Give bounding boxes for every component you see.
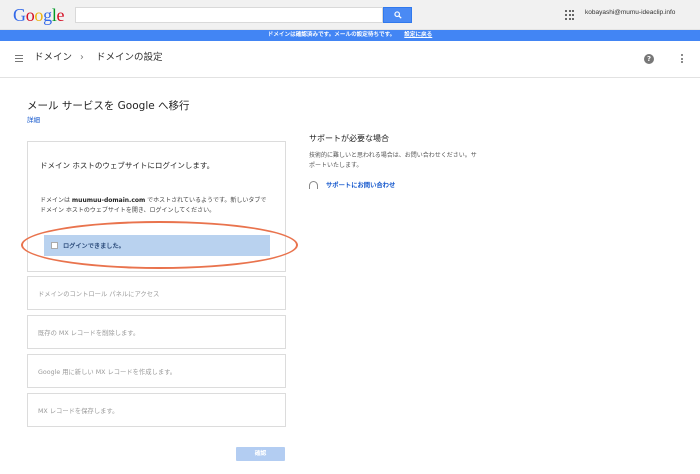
menu-icon[interactable] <box>15 55 23 62</box>
step-delete-mx: 既存の MX レコードを削除します。 <box>27 315 286 349</box>
confirm-button[interactable]: 確認 <box>236 447 285 461</box>
apps-grid-icon[interactable] <box>565 10 575 20</box>
details-link[interactable]: 詳細 <box>27 114 40 124</box>
contact-support-label[interactable]: サポートにお問い合わせ <box>326 180 395 189</box>
step-control-panel: ドメインのコントロール パネルにアクセス <box>27 276 286 310</box>
breadcrumb-domain-settings: ドメインの設定 <box>96 52 163 63</box>
logo-letter: o <box>34 5 44 25</box>
breadcrumb-domain[interactable]: ドメイン <box>34 51 72 65</box>
notice-bar: ドメインは確認済みです。メールの設定待ちです。 設定に戻る <box>0 30 700 41</box>
step-create-mx: Google 用に新しい MX レコードを作成します。 <box>27 354 286 388</box>
headset-icon <box>309 180 318 189</box>
search-icon <box>393 11 402 19</box>
back-to-setup-link[interactable]: 設定に戻る <box>404 32 432 38</box>
step-label: 既存の MX レコードを削除します。 <box>38 330 140 337</box>
domain-host-name: muumuu-domain.com <box>71 197 146 204</box>
step-title: ドメイン ホストのウェブサイトにログインします。 <box>40 161 215 170</box>
step-label: ドメインのコントロール パネルにアクセス <box>38 291 160 298</box>
step-description: ドメインは muumuu-domain.com でホストされているようです。新し… <box>40 196 272 216</box>
support-text: 技術的に難しいと思われる場合は、お問い合わせください。サポートいたします。 <box>309 152 477 169</box>
search-button[interactable] <box>383 7 412 23</box>
logo-letter: g <box>43 5 52 25</box>
logged-in-checkbox-row[interactable]: ログインできました。 <box>44 235 270 256</box>
step-save-mx: MX レコードを保存します。 <box>27 393 286 427</box>
help-icon[interactable]: ? <box>644 54 654 64</box>
support-title: サポートが必要な場合 <box>309 134 389 143</box>
google-logo[interactable]: Google <box>13 5 65 25</box>
logged-in-label[interactable]: ログインできました。 <box>63 241 125 250</box>
logo-letter: e <box>56 5 65 25</box>
logo-letter: G <box>13 5 26 25</box>
account-email[interactable]: kobayashi@mumu-ideaclip.info <box>585 9 675 16</box>
breadcrumb-separator-icon: › <box>80 52 84 63</box>
step-label: Google 用に新しい MX レコードを作成します。 <box>38 369 177 376</box>
logged-in-checkbox[interactable] <box>51 242 58 249</box>
search-input[interactable] <box>75 7 383 23</box>
contact-support-link[interactable]: サポートにお問い合わせ <box>309 180 395 189</box>
page-title: メール サービスを Google へ移行 <box>27 100 190 112</box>
step-login: ドメイン ホストのウェブサイトにログインします。 ドメインは muumuu-do… <box>27 141 286 272</box>
step-label: MX レコードを保存します。 <box>38 408 119 415</box>
more-options-icon[interactable] <box>681 54 683 63</box>
notice-text: ドメインは確認済みです。メールの設定待ちです。 <box>267 32 396 38</box>
step-description-text: ドメインは <box>40 197 72 204</box>
